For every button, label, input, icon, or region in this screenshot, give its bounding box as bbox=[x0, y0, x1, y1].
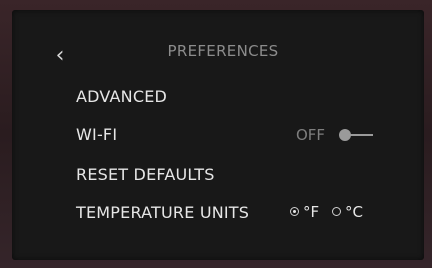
menu-item-label: RESET DEFAULTS bbox=[76, 165, 215, 184]
radio-selected-icon bbox=[290, 207, 299, 216]
menu-item-label: WI-FI bbox=[76, 125, 118, 144]
menu-item-reset-defaults[interactable]: RESET DEFAULTS bbox=[76, 162, 396, 188]
toggle-track bbox=[349, 134, 373, 136]
menu-item-label: TEMPERATURE UNITS bbox=[76, 203, 250, 222]
toggle-knob bbox=[339, 129, 351, 141]
menu-item-wifi[interactable]: WI-FI OFF bbox=[76, 122, 396, 148]
menu-item-temperature-units: TEMPERATURE UNITS °F °C bbox=[76, 200, 396, 226]
menu-item-advanced[interactable]: ADVANCED bbox=[76, 84, 396, 110]
radio-unselected-icon bbox=[332, 207, 341, 216]
radio-label: °F bbox=[303, 203, 320, 221]
page-title: PREFERENCES bbox=[167, 42, 279, 60]
back-button[interactable]: ‹ bbox=[48, 44, 72, 68]
chevron-left-icon: ‹ bbox=[55, 43, 65, 68]
radio-label: °C bbox=[345, 203, 363, 221]
wifi-status-text: OFF bbox=[296, 126, 326, 144]
wifi-toggle[interactable] bbox=[339, 128, 379, 142]
menu-item-label: ADVANCED bbox=[76, 87, 168, 106]
